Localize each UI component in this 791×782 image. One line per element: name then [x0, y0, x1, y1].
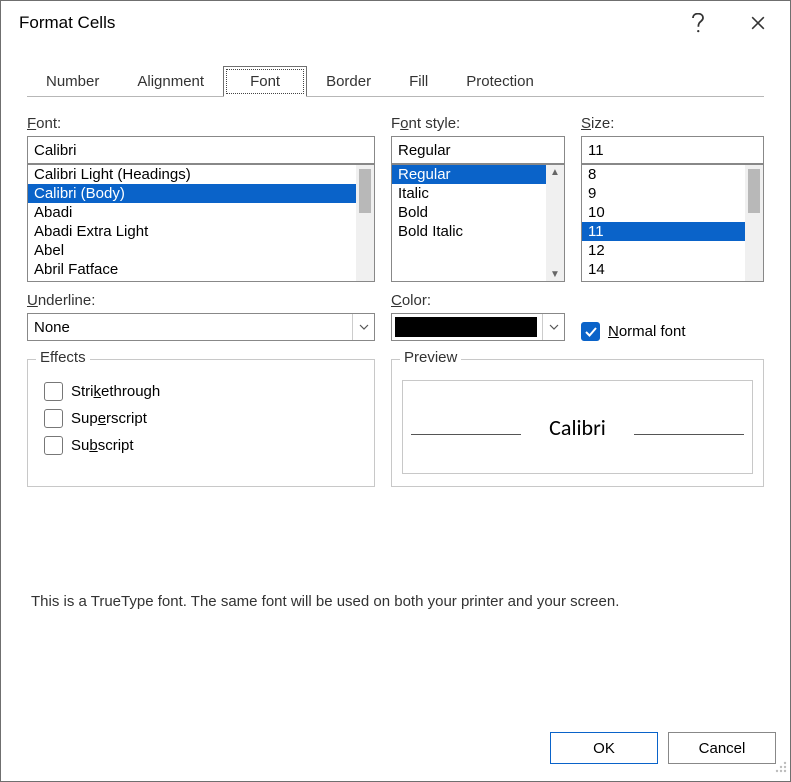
list-item[interactable]: Calibri Light (Headings): [28, 165, 356, 184]
size-listbox[interactable]: 8910111214: [581, 164, 764, 282]
underline-label: Underline:: [27, 292, 375, 309]
list-item[interactable]: Italic: [392, 184, 546, 203]
list-item[interactable]: Abadi: [28, 203, 356, 222]
tab-number[interactable]: Number: [27, 66, 118, 97]
list-item[interactable]: 9: [582, 184, 745, 203]
list-item[interactable]: Regular: [392, 165, 546, 184]
size-input[interactable]: [581, 136, 764, 164]
font-label: Font:: [27, 115, 375, 132]
size-scrollbar[interactable]: [745, 165, 763, 281]
list-item[interactable]: 14: [582, 260, 745, 279]
subscript-checkbox[interactable]: Subscript: [44, 436, 364, 455]
color-dropdown[interactable]: [391, 313, 565, 341]
scroll-up-icon[interactable]: ▲: [546, 165, 564, 179]
preview-text: Calibri: [549, 414, 606, 441]
list-item[interactable]: Bold: [392, 203, 546, 222]
preview-group: Preview Calibri: [391, 359, 764, 487]
footer: OK Cancel: [1, 715, 790, 781]
color-label: Color:: [391, 292, 565, 309]
color-swatch: [395, 317, 537, 337]
list-item[interactable]: 8: [582, 165, 745, 184]
list-item[interactable]: 10: [582, 203, 745, 222]
tab-font[interactable]: Font: [223, 66, 307, 97]
list-item[interactable]: Abel: [28, 241, 356, 260]
list-item[interactable]: 12: [582, 241, 745, 260]
tab-fill[interactable]: Fill: [390, 66, 447, 97]
font-hint: This is a TrueType font. The same font w…: [31, 593, 619, 610]
superscript-checkbox[interactable]: Superscript: [44, 409, 364, 428]
list-item[interactable]: Abadi Extra Light: [28, 222, 356, 241]
font-scrollbar[interactable]: [356, 165, 374, 281]
effects-group: Effects Strikethrough Superscript Subscr…: [27, 359, 375, 487]
style-label: Font style:: [391, 115, 565, 132]
tab-border[interactable]: Border: [307, 66, 390, 97]
underline-dropdown[interactable]: None: [27, 313, 375, 341]
ok-button[interactable]: OK: [550, 732, 658, 764]
chevron-down-icon[interactable]: [542, 314, 564, 340]
strikethrough-checkbox[interactable]: Strikethrough: [44, 382, 364, 401]
underline-value: None: [34, 319, 70, 336]
preview-legend: Preview: [400, 349, 461, 366]
tabs: Number Alignment Font Border Fill Protec…: [27, 65, 764, 97]
effects-legend: Effects: [36, 349, 90, 366]
dialog-title: Format Cells: [19, 13, 684, 33]
size-label: Size:: [581, 115, 764, 132]
normal-font-checkbox[interactable]: Normal font: [581, 322, 686, 341]
cancel-button[interactable]: Cancel: [668, 732, 776, 764]
help-button[interactable]: [684, 9, 712, 37]
resize-grip-icon[interactable]: [774, 760, 788, 779]
style-listbox[interactable]: RegularItalicBoldBold Italic ▲ ▼: [391, 164, 565, 282]
list-item[interactable]: Bold Italic: [392, 222, 546, 241]
tab-protection[interactable]: Protection: [447, 66, 553, 97]
format-cells-dialog: Format Cells Number Alignment Font Borde…: [0, 0, 791, 782]
list-item[interactable]: Calibri (Body): [28, 184, 356, 203]
tab-alignment[interactable]: Alignment: [118, 66, 223, 97]
font-input[interactable]: [27, 136, 375, 164]
preview-box: Calibri: [402, 380, 753, 474]
style-input[interactable]: [391, 136, 565, 164]
scroll-down-icon[interactable]: ▼: [546, 267, 564, 281]
font-listbox[interactable]: Calibri Light (Headings)Calibri (Body)Ab…: [27, 164, 375, 282]
titlebar: Format Cells: [1, 1, 790, 45]
list-item[interactable]: Abril Fatface: [28, 260, 356, 279]
close-button[interactable]: [744, 9, 772, 37]
list-item[interactable]: 11: [582, 222, 745, 241]
style-scrollbar[interactable]: ▲ ▼: [546, 165, 564, 281]
chevron-down-icon[interactable]: [352, 314, 374, 340]
